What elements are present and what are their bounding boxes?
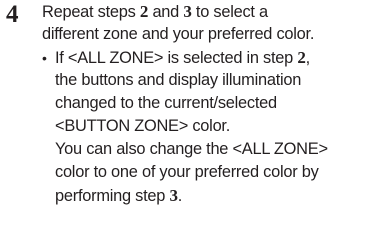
text-segment: and xyxy=(148,3,184,21)
bullet-line-1: • If <ALL ZONE> is selected in step 2, xyxy=(42,46,364,69)
step-ref-2: 2 xyxy=(297,48,306,67)
step-number: 4 xyxy=(6,1,19,28)
bullet-line-2: the buttons and display illumination xyxy=(55,71,302,89)
bullet-line-4: <BUTTON ZONE> color. xyxy=(55,117,231,135)
text-segment: Repeat steps xyxy=(42,3,140,21)
step-intro-line-1: Repeat steps 2 and 3 to select a xyxy=(42,0,364,23)
bullet-marker: • xyxy=(42,50,47,66)
text-segment: . xyxy=(177,187,183,205)
instruction-step-4: 4 Repeat steps 2 and 3 to select a diffe… xyxy=(0,0,367,240)
text-segment: performing step xyxy=(55,187,170,205)
text-segment: , xyxy=(305,49,311,67)
bullet-line-7: performing step 3. xyxy=(42,184,364,207)
step-ref-2: 2 xyxy=(139,2,149,21)
bullet-line-5: You can also change the <ALL ZONE> xyxy=(55,140,328,158)
step-intro-line-2: different zone and your preferred color. xyxy=(42,25,315,43)
step-body: Repeat steps 2 and 3 to select a differe… xyxy=(42,0,364,207)
step-ref-3: 3 xyxy=(169,186,178,205)
bullet-line-6: color to one of your preferred color by xyxy=(55,163,319,181)
step-ref-3: 3 xyxy=(183,2,192,21)
bullet-line-3: changed to the current/selected xyxy=(55,94,277,112)
text-segment: If <ALL ZONE> is selected in step xyxy=(55,49,298,67)
text-segment: to select a xyxy=(191,3,268,21)
